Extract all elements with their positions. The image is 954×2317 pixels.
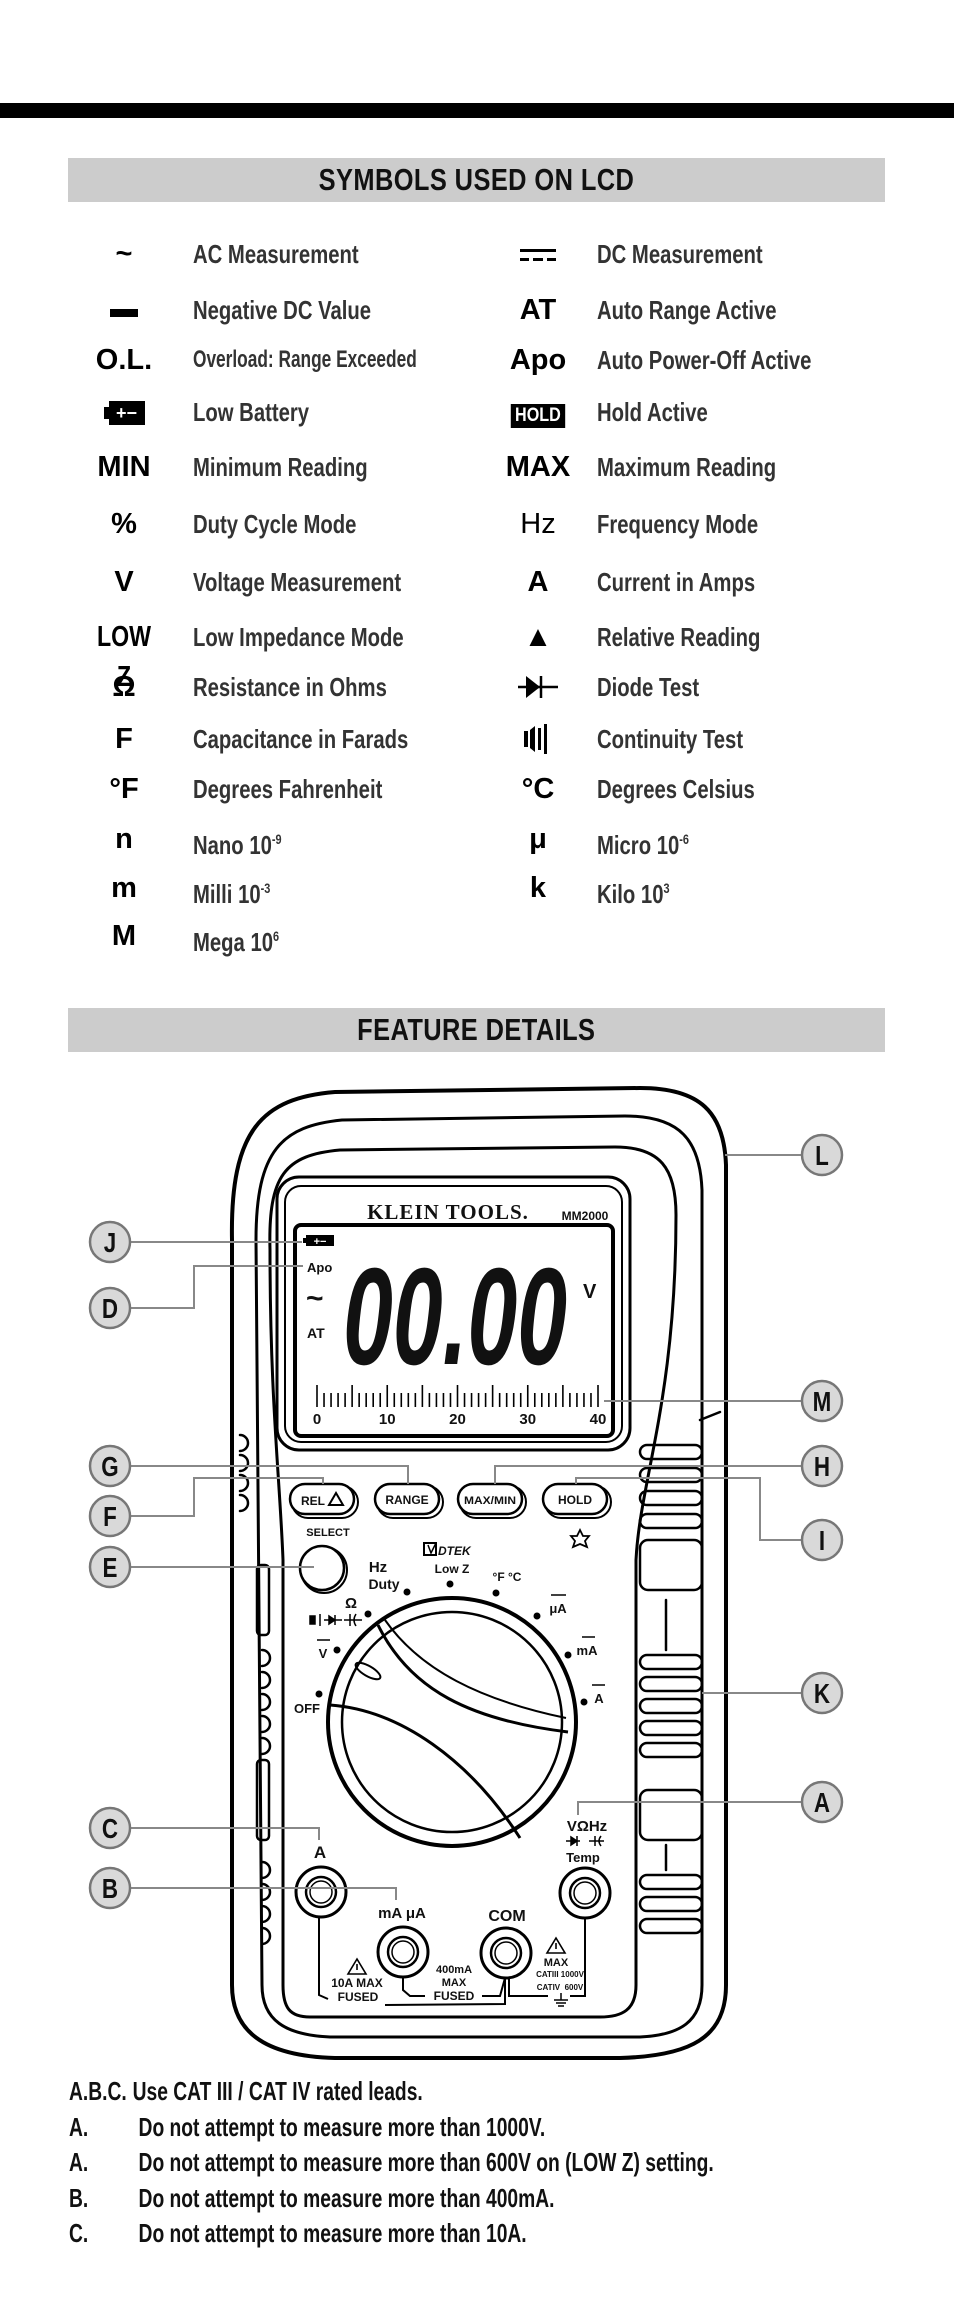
callout-l: L — [800, 1133, 844, 1177]
maxmin-button-label: MAX/MIN — [464, 1495, 516, 1507]
note-tag: A.B.C. — [69, 2076, 127, 2106]
jack-ma-ua[interactable] — [376, 1925, 430, 1979]
callout-letter: E — [103, 1553, 118, 1584]
callout-e: E — [88, 1545, 132, 1589]
jack-com[interactable] — [479, 1926, 533, 1980]
jack-com-label: COM — [488, 1908, 525, 1925]
meter-diagram: KLEIN TOOLS. MM2000 +− Apo ~ AT 00.00 V … — [88, 1086, 844, 2060]
cat-max-label: MAX — [544, 1957, 569, 1969]
callout-letter: G — [101, 1452, 118, 1483]
note-text: Do not attempt to measure more than 400m… — [138, 2183, 555, 2213]
callout-j: J — [88, 1220, 132, 1264]
jack-vohm-label: VΩHz — [567, 1818, 607, 1835]
dial-microamps: μA — [549, 1601, 567, 1616]
callout-letter: A — [814, 1788, 830, 1819]
callout-b: B — [88, 1866, 132, 1910]
lcd-ac-symbol: ~ — [306, 1282, 324, 1315]
note-line: B. Do not attempt to measure more than 40… — [69, 2181, 554, 2215]
dial-duty: Duty — [368, 1576, 399, 1592]
scale-label: 40 — [590, 1411, 607, 1428]
callout-letter: C — [102, 1814, 118, 1845]
jack-10a[interactable] — [294, 1865, 348, 1919]
right-grip-ridges — [638, 1410, 722, 1935]
callout-a: A — [800, 1780, 844, 1824]
note-text: Do not attempt to measure more than 1000… — [138, 2112, 546, 2142]
callout-letter: F — [103, 1502, 117, 1533]
callout-m: M — [800, 1379, 844, 1423]
callout-i: I — [800, 1518, 844, 1562]
callout-d: D — [88, 1286, 132, 1330]
backlight-icon — [569, 1527, 591, 1549]
callout-k: K — [800, 1671, 844, 1715]
callout-letter: L — [815, 1141, 829, 1172]
dial-milliamps: mA — [577, 1643, 599, 1658]
diode-capacitor-icon — [566, 1835, 604, 1847]
left-grip-bumps — [238, 1433, 272, 1946]
callout-letter: M — [813, 1387, 832, 1418]
rotary-dial[interactable] — [326, 1596, 578, 1848]
callout-letter: B — [102, 1874, 118, 1905]
scale-label: 20 — [449, 1411, 466, 1428]
select-button[interactable] — [298, 1544, 348, 1594]
callout-letter: H — [814, 1452, 830, 1483]
note-line: A. Do not attempt to measure more than 10… — [69, 2110, 545, 2144]
dial-temp: °F °C — [493, 1570, 522, 1584]
note-text: Do not attempt to measure more than 10A. — [138, 2218, 527, 2248]
jack-a-label: A — [314, 1843, 326, 1862]
dial-volts: V — [319, 1646, 328, 1661]
note-line: A. Do not attempt to measure more than 60… — [69, 2145, 714, 2179]
fuse-400ma-line1: 400mA — [436, 1964, 472, 1976]
select-label: SELECT — [306, 1527, 350, 1539]
model-number: MM2000 — [562, 1209, 609, 1223]
callout-letter: I — [819, 1526, 825, 1557]
callout-letter: D — [102, 1294, 118, 1325]
hold-button-label: HOLD — [558, 1493, 592, 1507]
rel-button-label: REL — [301, 1494, 325, 1508]
fuse-400ma-line2: MAX — [442, 1977, 467, 1989]
cat3-rating: CATIII 1000V — [536, 1970, 585, 1979]
scale-label: 0 — [313, 1411, 321, 1428]
callout-f: F — [88, 1494, 132, 1538]
scale-label: 10 — [379, 1411, 396, 1428]
note-line: A.B.C. Use CAT III / CAT IV rated leads. — [69, 2074, 423, 2108]
dial-ohms: Ω — [345, 1595, 357, 1612]
note-line: C. Do not attempt to measure more than 10… — [69, 2216, 527, 2250]
callout-letter: J — [104, 1228, 116, 1259]
continuity-diode-capacitor-icons — [309, 1613, 362, 1627]
fuse-10a-line1: 10A MAX — [331, 1976, 383, 1990]
fuse-10a-line2: FUSED — [338, 1990, 379, 2004]
callout-g: G — [88, 1444, 132, 1488]
callout-letter: K — [814, 1679, 831, 1710]
callout-c: C — [88, 1806, 132, 1850]
note-tag: C. — [69, 2218, 89, 2248]
jack-temp-label: Temp — [566, 1850, 600, 1865]
brand-logo: KLEIN TOOLS. — [367, 1200, 529, 1224]
lcd-apo: Apo — [307, 1260, 332, 1275]
note-text: Do not attempt to measure more than 600V… — [138, 2147, 714, 2177]
cat4-rating: CATIV 600V — [537, 1983, 584, 1992]
callout-h: H — [800, 1444, 844, 1488]
dial-lowz: Low Z — [435, 1562, 470, 1576]
dial-hz: Hz — [369, 1559, 387, 1576]
dial-amps: A — [594, 1691, 604, 1706]
dial-dtek: DTEK — [438, 1544, 472, 1558]
lcd-at: AT — [307, 1325, 325, 1341]
note-text: Use CAT III / CAT IV rated leads. — [132, 2076, 423, 2106]
dtek-logo-icon — [423, 1542, 437, 1556]
lcd-battery-text: +− — [314, 1236, 327, 1248]
note-tag: A. — [69, 2112, 89, 2142]
note-tag: A. — [69, 2147, 89, 2177]
dial-off: OFF — [294, 1701, 320, 1716]
lcd-battery-icon: +− — [303, 1235, 334, 1248]
scale-label: 30 — [519, 1411, 536, 1428]
lcd-reading: 00.00 — [343, 1240, 567, 1394]
range-button-label: RANGE — [385, 1493, 428, 1507]
lcd-unit: V — [583, 1281, 597, 1303]
ground-icon — [554, 1993, 568, 2007]
jack-v-ohm[interactable] — [558, 1866, 612, 1920]
fuse-400ma-line3: FUSED — [434, 1989, 475, 2003]
note-tag: B. — [69, 2183, 89, 2213]
jack-maua-label: mA μA — [378, 1905, 426, 1922]
